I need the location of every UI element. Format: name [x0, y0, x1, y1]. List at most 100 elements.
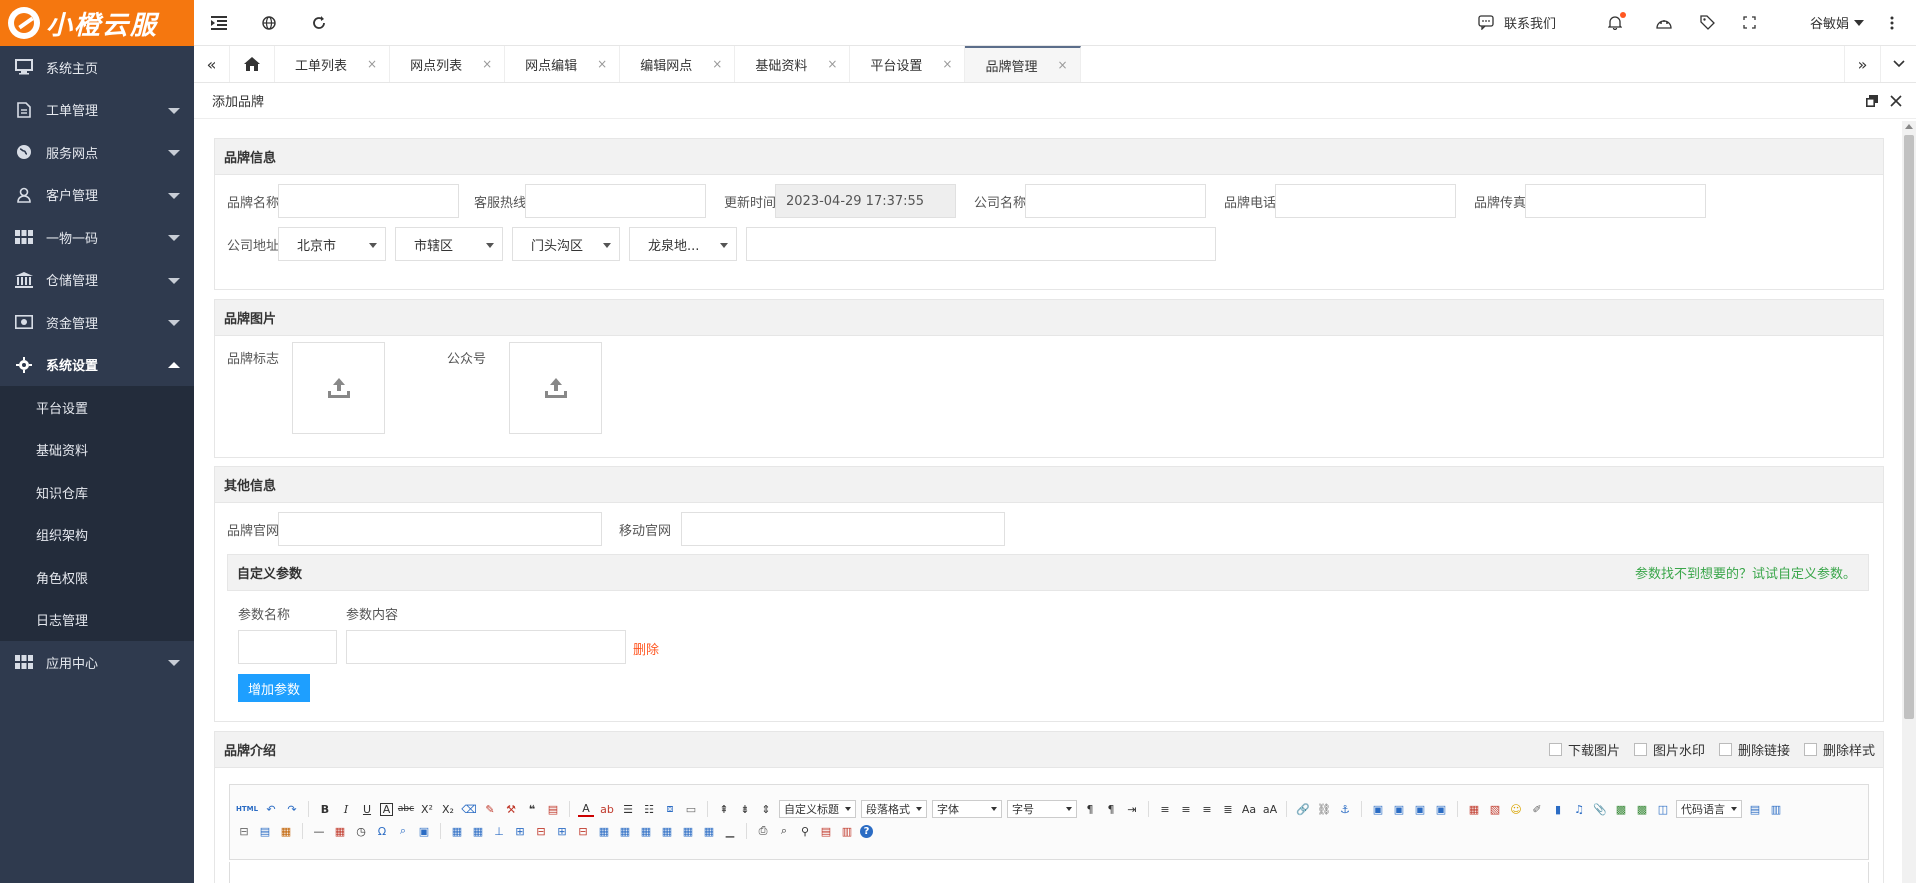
italic-icon[interactable]: I	[338, 801, 354, 817]
rtl-icon[interactable]: ¶	[1103, 801, 1119, 817]
tab-basic-data[interactable]: 基础资料 ×	[735, 46, 851, 82]
sidebar-item-workorders[interactable]: 工单管理	[0, 89, 194, 132]
download-images-option[interactable]: 下载图片	[1548, 740, 1620, 759]
template-icon[interactable]: ▥	[1768, 801, 1784, 817]
music-icon[interactable]: ♫	[1571, 801, 1587, 817]
tab-point-edit[interactable]: 网点编辑 ×	[505, 46, 621, 82]
brand-name-input[interactable]	[278, 184, 459, 218]
simple-upload-icon[interactable]: ▦	[1466, 801, 1482, 817]
tab-close-icon[interactable]: ×	[597, 57, 607, 71]
split-rows-icon[interactable]: ▦	[680, 823, 696, 839]
globe-icon[interactable]	[244, 0, 294, 46]
hotline-input[interactable]	[525, 184, 706, 218]
lowercase-icon[interactable]: aA	[1262, 801, 1278, 817]
street-select[interactable]: 龙泉地...	[629, 227, 737, 261]
website-input[interactable]	[278, 512, 602, 546]
image-left-icon[interactable]: ▣	[1391, 801, 1407, 817]
print-preview-icon[interactable]: ▣	[416, 823, 432, 839]
brand-phone-input[interactable]	[1275, 184, 1456, 218]
special-chars-icon[interactable]: Ω	[374, 823, 390, 839]
preview-icon[interactable]: ⌕	[776, 823, 792, 839]
notifications-button[interactable]	[1594, 0, 1642, 46]
sidebar-subitem-knowledge[interactable]: 知识仓库	[0, 471, 194, 514]
delete-col-icon[interactable]: ⊟	[575, 823, 591, 839]
city-select[interactable]: 市辖区	[395, 227, 503, 261]
unordered-list-icon[interactable]: ☷	[641, 801, 657, 817]
superscript-icon[interactable]: X²	[419, 801, 435, 817]
uppercase-icon[interactable]: Aa	[1241, 801, 1257, 817]
merge-cells-icon[interactable]: ▦	[596, 823, 612, 839]
bold-icon[interactable]: B	[317, 801, 333, 817]
editor-content-area[interactable]	[229, 862, 1869, 883]
font-family-select[interactable]: 字体	[932, 800, 1002, 818]
app-logo[interactable]: 小橙云服	[0, 0, 194, 46]
district-select[interactable]: 门头沟区	[512, 227, 620, 261]
tabs-scroll-left-icon[interactable]: «	[194, 46, 230, 82]
highlight-color-icon[interactable]: ab	[599, 801, 615, 817]
row-spacing-bottom-icon[interactable]: ⇟	[737, 801, 753, 817]
wechat-qr-upload[interactable]	[509, 342, 602, 434]
select-all-icon[interactable]: ⧈	[662, 801, 678, 817]
align-center-icon[interactable]: ≡	[1178, 801, 1194, 817]
redo-icon[interactable]: ↷	[284, 801, 300, 817]
insert-background-icon[interactable]: ▤	[257, 823, 273, 839]
word-count-icon[interactable]: ▥	[839, 823, 855, 839]
sidebar-item-finance[interactable]: 资金管理	[0, 301, 194, 344]
sidebar-item-system-settings[interactable]: 系统设置	[0, 344, 194, 387]
clear-doc-icon[interactable]: ▭	[683, 801, 699, 817]
blockquote-icon[interactable]: ❝	[524, 801, 540, 817]
scrollbar-thumb[interactable]	[1904, 135, 1914, 719]
insert-paragraph-icon[interactable]: ⊥	[491, 823, 507, 839]
remove-links-option[interactable]: 删除链接	[1718, 740, 1790, 759]
font-border-icon[interactable]: A	[380, 802, 393, 816]
restore-window-icon[interactable]	[1866, 94, 1878, 107]
line-height-icon[interactable]: ⇕	[758, 801, 774, 817]
add-param-button[interactable]: 增加参数	[238, 674, 311, 702]
sidebar-subitem-logs[interactable]: 日志管理	[0, 599, 194, 642]
sidebar-item-onecode[interactable]: 一物一码	[0, 216, 194, 259]
tab-home[interactable]	[230, 46, 275, 82]
sidebar-subitem-basic-data[interactable]: 基础资料	[0, 429, 194, 472]
remove-styles-checkbox[interactable]	[1803, 743, 1817, 756]
tab-point-list[interactable]: 网点列表 ×	[390, 46, 506, 82]
anchor-icon[interactable]: ⚓	[1337, 801, 1353, 817]
vertical-scrollbar[interactable]	[1902, 121, 1916, 883]
brand-logo-upload[interactable]	[292, 342, 385, 434]
code-language-select[interactable]: 代码语言	[1676, 800, 1742, 818]
insert-image-icon[interactable]: ▧	[1487, 801, 1503, 817]
horizontal-rule-icon[interactable]: —	[311, 823, 327, 839]
attachment-icon[interactable]: 📎	[1592, 801, 1608, 817]
insert-col-icon[interactable]: ⊞	[554, 823, 570, 839]
subscript-icon[interactable]: X₂	[440, 801, 456, 817]
sidebar-item-app-center[interactable]: 应用中心	[0, 641, 194, 684]
auto-format-icon[interactable]: ⚒	[503, 801, 519, 817]
remove-styles-option[interactable]: 删除样式	[1803, 740, 1875, 759]
strikethrough-icon[interactable]: abc	[398, 801, 414, 817]
font-size-select[interactable]: 字号	[1007, 800, 1077, 818]
contact-us-link[interactable]: 联系我们	[1464, 0, 1594, 46]
font-color-icon[interactable]: A	[578, 801, 594, 817]
refresh-icon[interactable]	[294, 0, 344, 46]
tab-workorder-list[interactable]: 工单列表 ×	[275, 46, 391, 82]
image-center-icon[interactable]: ▣	[1433, 801, 1449, 817]
tag-button[interactable]	[1686, 0, 1729, 46]
sidebar-subitem-platform-settings[interactable]: 平台设置	[0, 386, 194, 429]
tab-close-icon[interactable]: ×	[942, 57, 952, 71]
split-cols-icon[interactable]: ▦	[701, 823, 717, 839]
html-source-icon[interactable]: HTML	[236, 801, 258, 817]
map-icon[interactable]: ▩	[1613, 801, 1629, 817]
sidebar-item-home[interactable]: 系统主页	[0, 46, 194, 89]
ltr-icon[interactable]: ¶	[1082, 801, 1098, 817]
remove-links-checkbox[interactable]	[1718, 743, 1732, 756]
tab-brand-management[interactable]: 品牌管理 ×	[965, 46, 1081, 82]
sidebar-item-service-points[interactable]: 服务网点	[0, 131, 194, 174]
province-select[interactable]: 北京市	[278, 227, 386, 261]
image-watermark-checkbox[interactable]	[1633, 743, 1647, 756]
fullscreen-button[interactable]	[1729, 0, 1770, 46]
tabs-menu-chevron-down-icon[interactable]	[1880, 46, 1916, 82]
paragraph-format-select[interactable]: 段落格式	[861, 800, 927, 818]
tab-close-icon[interactable]: ×	[367, 57, 377, 71]
company-name-input[interactable]	[1025, 184, 1206, 218]
custom-heading-select[interactable]: 自定义标题	[779, 800, 856, 818]
format-brush-icon[interactable]: ✎	[482, 801, 498, 817]
